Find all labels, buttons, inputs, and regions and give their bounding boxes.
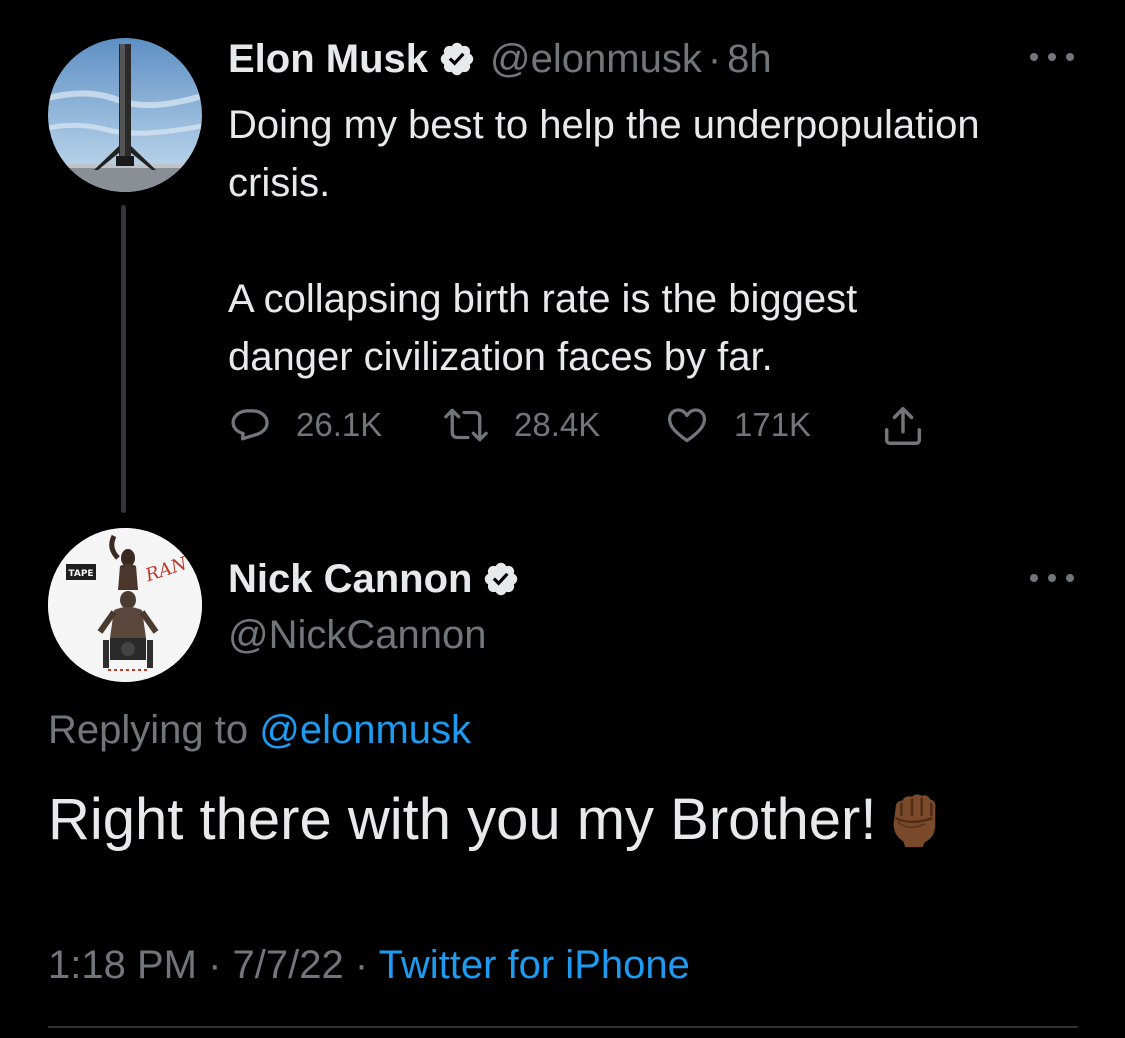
- retweet-icon: [444, 408, 488, 442]
- heart-icon: [667, 408, 707, 443]
- parent-tweet-text: Doing my best to help the underpopulatio…: [228, 96, 988, 386]
- reply-icon: [231, 409, 269, 441]
- share-button[interactable]: [880, 403, 926, 449]
- reply-tweet-header: Nick Cannon: [228, 557, 534, 601]
- replying-to-handle-link[interactable]: @elonmusk: [259, 708, 471, 752]
- parent-time[interactable]: 8h: [727, 37, 772, 81]
- nick-avatar[interactable]: TAPE RAN: [48, 528, 202, 682]
- reply-handle[interactable]: @NickCannon: [228, 613, 487, 657]
- parent-tweet-header: Elon Musk @elonmusk · 8h: [228, 37, 772, 81]
- more-icon[interactable]: [1030, 47, 1074, 67]
- header-separator: ·: [707, 37, 722, 81]
- reply-tweet-body: Right there with you my Brother!: [48, 787, 877, 852]
- reply-date[interactable]: 7/7/22: [233, 943, 344, 987]
- source-link[interactable]: Twitter for iPhone: [379, 943, 690, 987]
- replying-to-label: Replying to: [48, 708, 249, 752]
- verified-badge-icon: [482, 560, 520, 598]
- replying-to-line: Replying to @elonmusk: [48, 707, 471, 753]
- parent-handle[interactable]: @elonmusk: [490, 37, 702, 81]
- metadata-separator: ·: [208, 943, 222, 987]
- parent-tweet-paragraph: Doing my best to help the underpopulatio…: [228, 103, 980, 205]
- share-icon: [884, 407, 922, 445]
- album-tape-text: TAPE: [68, 569, 93, 579]
- raised-fist-icon: [894, 794, 936, 848]
- reply-display-name[interactable]: Nick Cannon: [228, 557, 472, 601]
- more-icon[interactable]: [1030, 568, 1074, 588]
- metadata-separator: ·: [354, 943, 369, 987]
- elon-avatar[interactable]: [48, 38, 202, 192]
- reply-time[interactable]: 1:18 PM: [48, 943, 197, 987]
- parent-tweet-paragraph: A collapsing birth rate is the biggest d…: [228, 277, 858, 379]
- retweet-count: 28.4K: [514, 406, 601, 443]
- thread-connector-line: [121, 205, 126, 513]
- like-button[interactable]: 171K: [664, 403, 811, 447]
- rocket-landing-image: [48, 38, 202, 192]
- like-count: 171K: [734, 406, 812, 443]
- parent-display-name[interactable]: Elon Musk: [228, 37, 428, 81]
- reply-count: 26.1K: [296, 406, 383, 443]
- reply-button[interactable]: 26.1K: [228, 403, 382, 447]
- reply-metadata: 1:18 PM · 7/7/22 · Twitter for iPhone: [48, 942, 690, 988]
- reply-tweet-text: Right there with you my Brother!: [48, 786, 944, 854]
- divider: [48, 1026, 1078, 1028]
- album-cover-image: TAPE RAN: [48, 528, 202, 682]
- retweet-button[interactable]: 28.4K: [442, 403, 600, 447]
- verified-badge-icon: [438, 40, 476, 78]
